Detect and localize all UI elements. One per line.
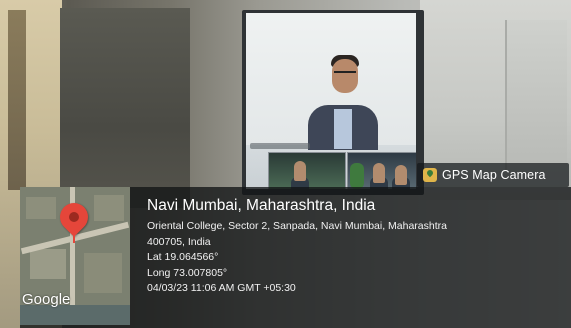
participant-thumbnail-2 (347, 152, 416, 189)
map-block (26, 197, 56, 219)
plant-icon (350, 163, 364, 189)
presenter-shirt (334, 109, 352, 149)
timestamp: 04/03/23 11:06 AM GMT +05:30 (147, 282, 296, 294)
gps-map-camera-icon (423, 168, 437, 182)
location-title: Navi Mumbai, Maharashtra, India (147, 197, 376, 214)
presenter-glasses (334, 71, 356, 77)
video-call-screen (246, 13, 416, 189)
map-thumbnail: Google (20, 187, 130, 325)
map-block (84, 253, 122, 293)
participant-head (373, 163, 385, 183)
photo-canvas: GPS Map Camera Google Navi Mumbai, Mahar… (0, 0, 571, 328)
address-line-2: 400705, India (147, 235, 211, 248)
location-details: Navi Mumbai, Maharashtra, India Oriental… (147, 196, 557, 297)
map-block (94, 195, 124, 221)
address-line-1: Oriental College, Sector 2, Sanpada, Nav… (147, 220, 447, 232)
participant-head (294, 161, 306, 181)
map-pin-tail (73, 229, 75, 243)
door (505, 20, 567, 170)
longitude: Long 73.007805° (147, 266, 228, 279)
app-label: GPS Map Camera (442, 168, 546, 182)
participant-head (395, 165, 407, 185)
participant-thumbnail-1 (268, 152, 346, 189)
wall-strip (8, 10, 26, 190)
google-logo: Google (22, 291, 71, 308)
gps-map-camera-badge: GPS Map Camera (417, 163, 569, 187)
dark-cabinet (60, 8, 190, 208)
participant-name-tag (250, 143, 310, 149)
map-water (20, 305, 130, 325)
latitude: Lat 19.064566° (147, 251, 219, 263)
map-block (30, 249, 66, 279)
